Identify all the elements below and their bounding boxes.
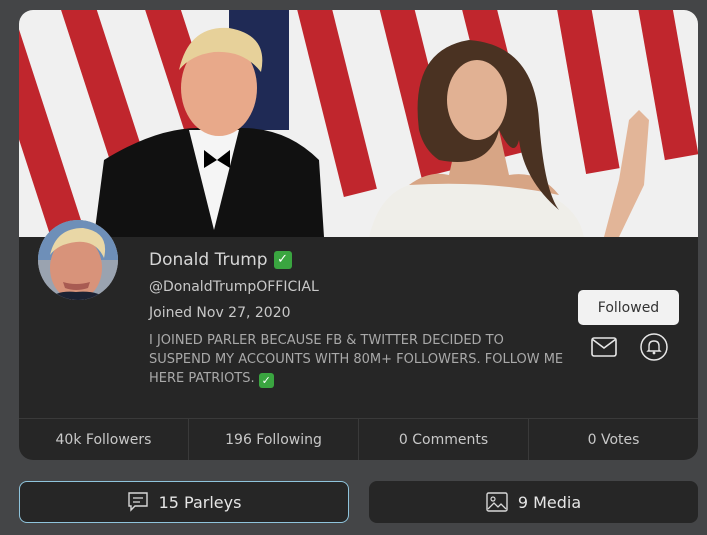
image-icon xyxy=(486,492,508,512)
profile-name: Donald Trump xyxy=(149,250,268,270)
profile-name-row: Donald Trump ✓ xyxy=(149,250,292,270)
notify-button[interactable] xyxy=(640,333,668,361)
profile-handle: @DonaldTrumpOFFICIAL xyxy=(149,279,319,295)
message-button[interactable] xyxy=(590,333,618,361)
tab-media-label: 9 Media xyxy=(517,492,582,512)
bio-text: I JOINED PARLER BECAUSE FB & TWITTER DEC… xyxy=(149,333,564,386)
envelope-icon xyxy=(591,337,617,357)
verified-check-icon: ✓ xyxy=(273,251,292,269)
bio-check-icon: ✓ xyxy=(258,373,274,388)
bell-icon xyxy=(640,333,668,361)
avatar[interactable] xyxy=(38,220,118,300)
profile-bio: I JOINED PARLER BECAUSE FB & TWITTER DEC… xyxy=(149,331,569,388)
following-stat[interactable]: 196 Following xyxy=(189,419,359,460)
tab-media[interactable]: 9 Media xyxy=(369,481,698,523)
profile-banner xyxy=(19,10,698,237)
profile-card: Donald Trump ✓ @DonaldTrumpOFFICIAL Join… xyxy=(19,10,698,460)
comments-stat[interactable]: 0 Comments xyxy=(359,419,529,460)
followed-button[interactable]: Followed xyxy=(578,290,679,325)
tab-parleys-label: 15 Parleys xyxy=(158,492,242,512)
tab-parleys[interactable]: 15 Parleys xyxy=(19,481,349,523)
followers-stat[interactable]: 40k Followers xyxy=(19,419,189,460)
stats-bar: 40k Followers 196 Following 0 Comments 0… xyxy=(19,418,698,460)
votes-stat[interactable]: 0 Votes xyxy=(529,419,698,460)
join-date: Joined Nov 27, 2020 xyxy=(149,305,291,321)
chat-icon xyxy=(127,492,148,512)
